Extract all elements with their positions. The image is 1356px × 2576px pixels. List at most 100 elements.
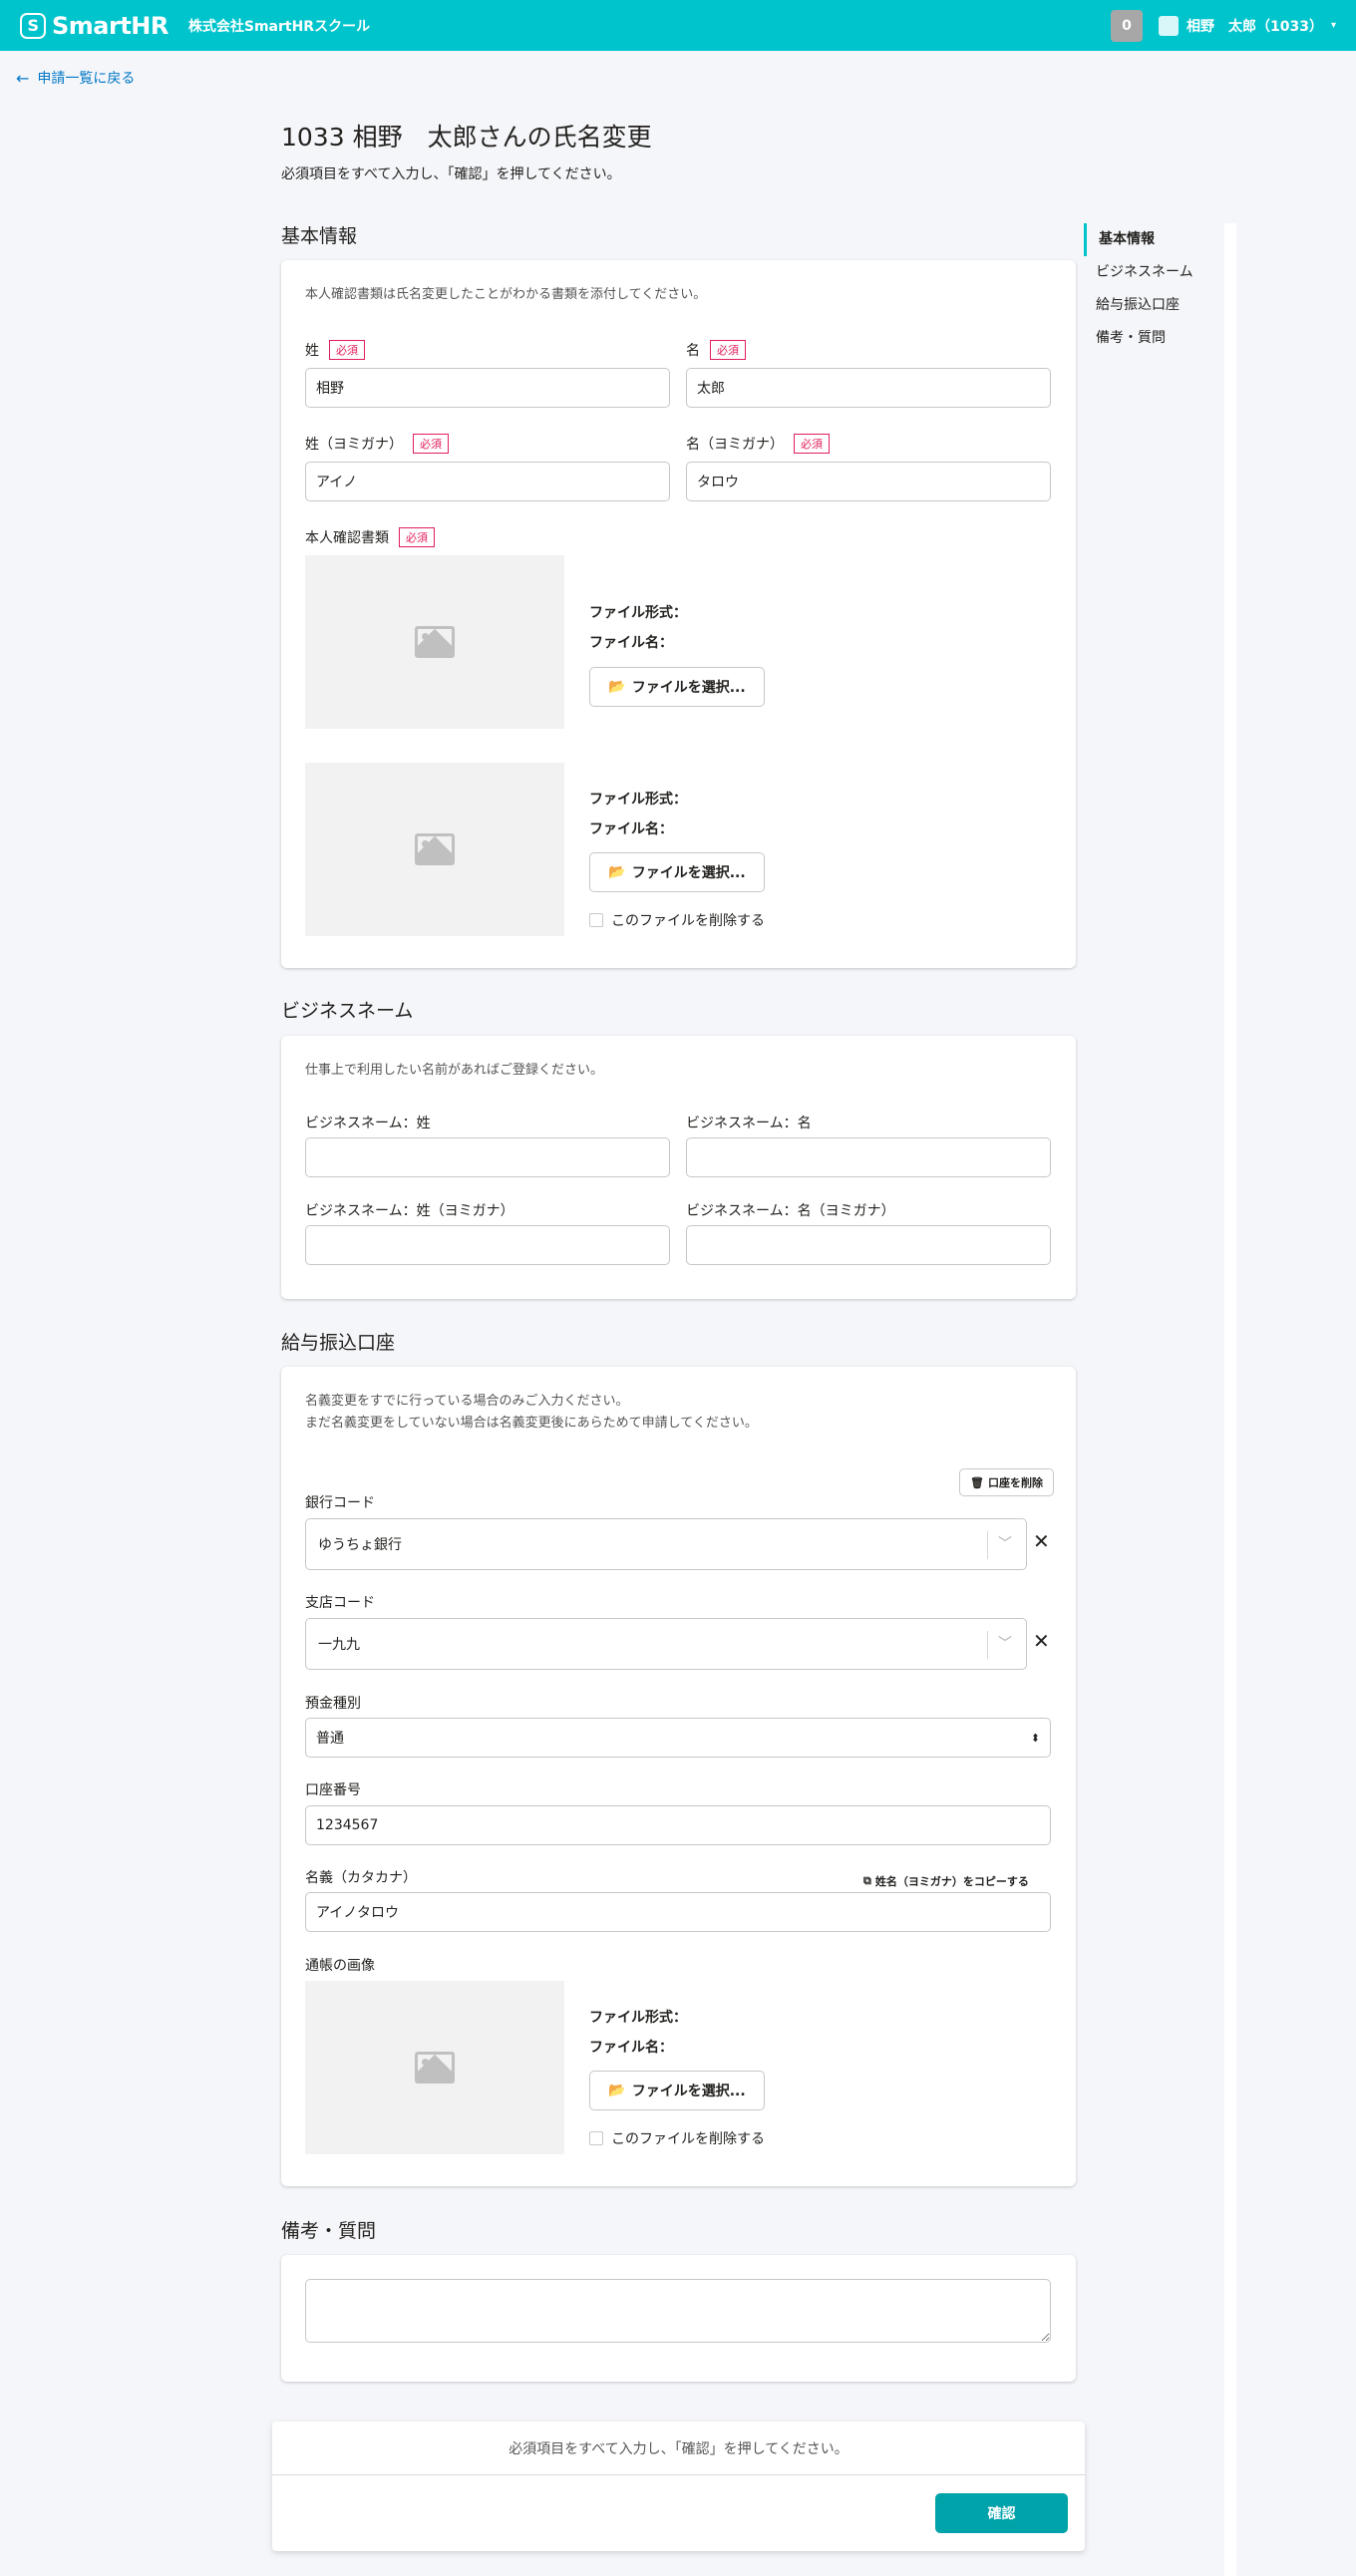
chevron-down-icon: ﹀ — [998, 1536, 1012, 1552]
business-last-kana-input[interactable] — [305, 1225, 670, 1265]
chevron-down-icon: ﹀ — [998, 1636, 1012, 1652]
delete-passbook-checkbox[interactable]: このファイルを削除する — [589, 2128, 765, 2148]
bank-code-select[interactable]: ゆうちょ銀行 ﹀ — [305, 1518, 1027, 1570]
section-heading-basic: 基本情報 — [281, 225, 358, 247]
checkbox-box[interactable] — [589, 2131, 603, 2145]
select-file-button-1[interactable]: 📂 ファイルを選択... — [589, 667, 765, 707]
required-badge: 必須 — [710, 340, 746, 360]
select-file-button-passbook[interactable]: 📂 ファイルを選択... — [589, 2071, 765, 2110]
basic-info-card: 本人確認書類は氏名変更したことがわかる書類を添付してください。 姓必須 相野 名… — [281, 260, 1076, 968]
deposit-type-select[interactable]: 普通 ⬍ — [305, 1718, 1051, 1758]
select-file-label: ファイルを選択... — [631, 865, 746, 881]
branch-code-label: 支店コード — [305, 1595, 375, 1611]
sidenav-item-bank[interactable]: 給与振込口座 — [1084, 289, 1233, 322]
folder-icon: 📂 — [608, 864, 626, 880]
account-number-input[interactable]: 1234567 — [305, 1805, 1051, 1845]
select-file-label: ファイルを選択... — [631, 2084, 746, 2099]
confirm-footer: 必須項目をすべて入力し、「確認」を押してください。 確認 — [272, 2421, 1085, 2551]
folder-icon: 📂 — [608, 679, 626, 695]
bank-note-2: まだ名義変更をしていない場合は名義変更後にあらためて申請してください。 — [305, 1416, 758, 1431]
remarks-textarea[interactable] — [305, 2279, 1051, 2343]
page-title: 1033 相野 太郎さんの氏名変更 — [281, 123, 652, 152]
section-nav: 基本情報 ビジネスネーム 給与振込口座 備考・質問 — [1084, 223, 1233, 355]
required-badge: 必須 — [399, 527, 435, 547]
bank-note-1: 名義変更をすでに行っている場合のみご入力ください。 — [305, 1394, 629, 1409]
delete-file-checkbox[interactable]: このファイルを削除する — [589, 910, 765, 930]
app-header: S SmartHR 株式会社SmartHRスクール 0 相野 太郎（1033） … — [0, 0, 1356, 51]
business-last-kana-label: ビジネスネーム：姓（ヨミガナ） — [305, 1203, 514, 1219]
file-name-label: ファイル名： — [589, 635, 673, 651]
page-subtitle: 必須項目をすべて入力し、「確認」を押してください。 — [281, 166, 621, 182]
business-first-kana-label: ビジネスネーム：名（ヨミガナ） — [686, 1203, 895, 1219]
copy-kana-button[interactable]: ⧉ 姓名（ヨミガナ）をコピーする — [863, 1873, 1029, 1889]
passbook-image-label: 通帳の画像 — [305, 1958, 375, 1974]
checkbox-box[interactable] — [589, 913, 603, 927]
deposit-type-value: 普通 — [316, 1731, 344, 1747]
bank-account-card: 名義変更をすでに行っている場合のみご入力ください。 まだ名義変更をしていない場合… — [281, 1367, 1076, 2186]
bank-code-value: ゆうちょ銀行 — [318, 1537, 402, 1553]
first-name-label-text: 名 — [686, 343, 700, 359]
notification-badge[interactable]: 0 — [1111, 9, 1143, 42]
trash-icon: 🗑 — [970, 1475, 984, 1489]
basic-note: 本人確認書類は氏名変更したことがわかる書類を添付してください。 — [305, 287, 707, 302]
first-name-label: 名必須 — [686, 340, 746, 360]
first-name-input[interactable]: 太郎 — [686, 368, 1051, 408]
holder-name-input[interactable]: アイノタロウ — [305, 1892, 1051, 1932]
user-menu[interactable]: 相野 太郎（1033） ▾ — [1159, 15, 1336, 36]
passbook-thumbnail — [305, 1981, 564, 2154]
last-name-label: 姓必須 — [305, 340, 365, 360]
sidenav-item-business[interactable]: ビジネスネーム — [1084, 256, 1233, 289]
sidenav-item-remarks[interactable]: 備考・質問 — [1084, 322, 1233, 355]
required-badge: 必須 — [794, 434, 830, 454]
back-link-label: 申請一覧に戻る — [37, 71, 136, 87]
required-badge: 必須 — [413, 434, 449, 454]
id-doc-label: 本人確認書類 必須 — [305, 527, 435, 547]
smarthr-logo[interactable]: S SmartHR — [20, 12, 169, 40]
logo-text: SmartHR — [52, 11, 169, 40]
deposit-type-label: 預金種別 — [305, 1696, 361, 1712]
section-heading-business: ビジネスネーム — [281, 1000, 414, 1022]
sidenav-track — [1224, 223, 1236, 2576]
id-doc-label-text: 本人確認書類 — [305, 530, 389, 546]
image-placeholder-icon — [415, 833, 455, 865]
bank-code-label: 銀行コード — [305, 1495, 375, 1511]
copy-icon: ⧉ — [863, 1874, 871, 1887]
delete-account-button[interactable]: 🗑 口座を削除 — [959, 1468, 1054, 1496]
id-doc-thumbnail-2 — [305, 763, 564, 936]
arrow-left-icon: ← — [16, 68, 30, 88]
select-divider — [987, 1531, 988, 1559]
delete-file-label: このファイルを削除する — [611, 913, 765, 929]
last-kana-input[interactable]: アイノ — [305, 462, 670, 501]
delete-account-label: 口座を削除 — [987, 1476, 1043, 1489]
caret-down-icon: ▾ — [1330, 20, 1336, 31]
first-kana-label-text: 名（ヨミガナ） — [686, 437, 784, 453]
clear-branch-code-icon[interactable]: ✕ — [1033, 1629, 1050, 1653]
file-name-label: ファイル名： — [589, 2040, 673, 2056]
business-first-kana-input[interactable] — [686, 1225, 1051, 1265]
business-last-input[interactable] — [305, 1137, 670, 1177]
select-file-button-2[interactable]: 📂 ファイルを選択... — [589, 852, 765, 892]
branch-code-select[interactable]: 一九九 ﹀ — [305, 1618, 1027, 1670]
required-badge: 必須 — [329, 340, 365, 360]
last-kana-label-text: 姓（ヨミガナ） — [305, 437, 403, 453]
sort-icon: ⬍ — [1030, 1731, 1040, 1745]
clear-bank-code-icon[interactable]: ✕ — [1033, 1529, 1050, 1553]
back-to-list-link[interactable]: ← 申請一覧に戻る — [16, 68, 135, 88]
company-name: 株式会社SmartHRスクール — [187, 18, 371, 35]
file-format-label: ファイル形式： — [589, 2010, 687, 2026]
business-note: 仕事上で利用したい名前があればご登録ください。 — [305, 1063, 604, 1078]
first-kana-input[interactable]: タロウ — [686, 462, 1051, 501]
first-kana-label: 名（ヨミガナ） 必須 — [686, 434, 830, 454]
branch-code-value: 一九九 — [318, 1637, 360, 1653]
id-doc-thumbnail-1 — [305, 555, 564, 729]
section-heading-bank: 給与振込口座 — [281, 1332, 396, 1354]
last-name-input[interactable]: 相野 — [305, 368, 670, 408]
section-heading-remarks: 備考・質問 — [281, 2220, 377, 2242]
file-format-label: ファイル形式： — [589, 792, 687, 807]
image-placeholder-icon — [415, 626, 455, 658]
business-first-input[interactable] — [686, 1137, 1051, 1177]
avatar — [1159, 15, 1179, 36]
sidenav-item-basic[interactable]: 基本情報 — [1084, 223, 1233, 256]
last-kana-label: 姓（ヨミガナ） 必須 — [305, 434, 449, 454]
confirm-button[interactable]: 確認 — [935, 2493, 1068, 2533]
